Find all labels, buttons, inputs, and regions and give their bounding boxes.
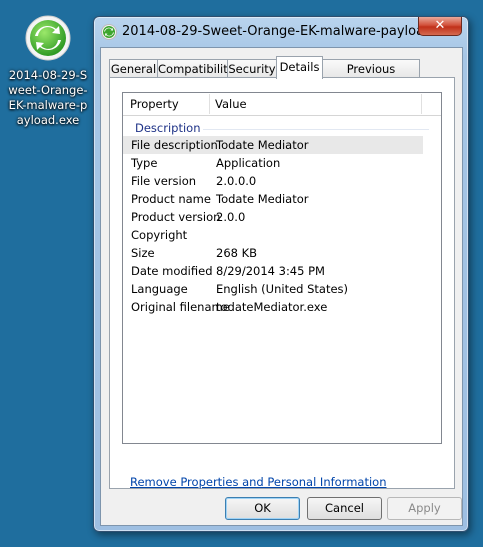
window-title: 2014-08-29-Sweet-Orange-EK-malware-paylo…: [122, 24, 422, 39]
properties-list[interactable]: Property Value Description File descript…: [122, 92, 442, 444]
property-name: Product version: [131, 210, 221, 224]
property-value: Todate Mediator: [216, 192, 309, 206]
list-item[interactable]: Size 268 KB: [123, 244, 423, 262]
dialog-body: General Compatibility Security Details P…: [100, 47, 463, 526]
recycle-exe-icon: [24, 14, 72, 62]
property-value: 2.0.0.0: [216, 174, 257, 188]
recycle-app-icon: [101, 24, 117, 40]
properties-window: 2014-08-29-Sweet-Orange-EK-malware-paylo…: [93, 16, 469, 532]
tab-general[interactable]: General: [109, 59, 158, 78]
property-name: File description: [131, 138, 218, 152]
property-value: Todate Mediator: [216, 138, 309, 152]
list-header: Property Value: [123, 93, 441, 116]
property-name: Type: [131, 156, 158, 170]
column-separator[interactable]: [209, 94, 210, 114]
property-name: Language: [131, 282, 188, 296]
property-value: todateMediator.exe: [216, 300, 328, 314]
column-header-value[interactable]: Value: [215, 93, 247, 115]
property-name: Product name: [131, 192, 211, 206]
list-item[interactable]: Copyright: [123, 226, 423, 244]
group-title: Description: [135, 121, 201, 135]
list-item[interactable]: Type Application: [123, 154, 423, 172]
property-value: 2.0.0: [216, 210, 246, 224]
tab-security[interactable]: Security: [227, 59, 277, 78]
property-name: Copyright: [131, 228, 188, 242]
list-item[interactable]: Product name Todate Mediator: [123, 190, 423, 208]
tab-details[interactable]: Details: [276, 56, 323, 79]
list-item[interactable]: Product version 2.0.0: [123, 208, 423, 226]
list-item[interactable]: Language English (United States): [123, 280, 423, 298]
tab-previous-versions[interactable]: Previous Versions: [322, 59, 420, 94]
list-item[interactable]: File version 2.0.0.0: [123, 172, 423, 190]
property-name: Date modified: [131, 264, 213, 278]
tab-compatibility[interactable]: Compatibility: [157, 59, 235, 78]
list-item[interactable]: Original filename todateMediator.exe: [123, 298, 423, 316]
property-name: Size: [131, 246, 155, 260]
details-panel: Property Value Description File descript…: [109, 77, 455, 489]
column-header-property[interactable]: Property: [130, 93, 179, 115]
close-button[interactable]: ✕: [418, 17, 462, 36]
property-value: English (United States): [216, 282, 349, 296]
remove-properties-link[interactable]: Remove Properties and Personal Informati…: [130, 475, 387, 489]
group-divider: [203, 129, 429, 130]
property-name: File version: [131, 174, 197, 188]
list-item[interactable]: File description Todate Mediator: [123, 136, 423, 154]
property-value: Application: [216, 156, 281, 170]
apply-button[interactable]: Apply: [387, 497, 462, 520]
desktop-file-label: 2014-08-29-Sweet-Orange-EK-malware-paylo…: [8, 68, 88, 127]
property-value: 8/29/2014 3:45 PM: [216, 264, 325, 278]
ok-button[interactable]: OK: [225, 497, 300, 520]
close-icon: ✕: [434, 18, 446, 33]
desktop-file-icon[interactable]: 2014-08-29-Sweet-Orange-EK-malware-paylo…: [8, 14, 88, 128]
list-item[interactable]: Date modified 8/29/2014 3:45 PM: [123, 262, 423, 280]
cancel-button[interactable]: Cancel: [307, 497, 382, 520]
property-name: Original filename: [131, 300, 230, 314]
property-value: 268 KB: [216, 246, 258, 260]
column-separator[interactable]: [421, 94, 422, 114]
title-bar[interactable]: 2014-08-29-Sweet-Orange-EK-malware-paylo…: [94, 17, 468, 47]
